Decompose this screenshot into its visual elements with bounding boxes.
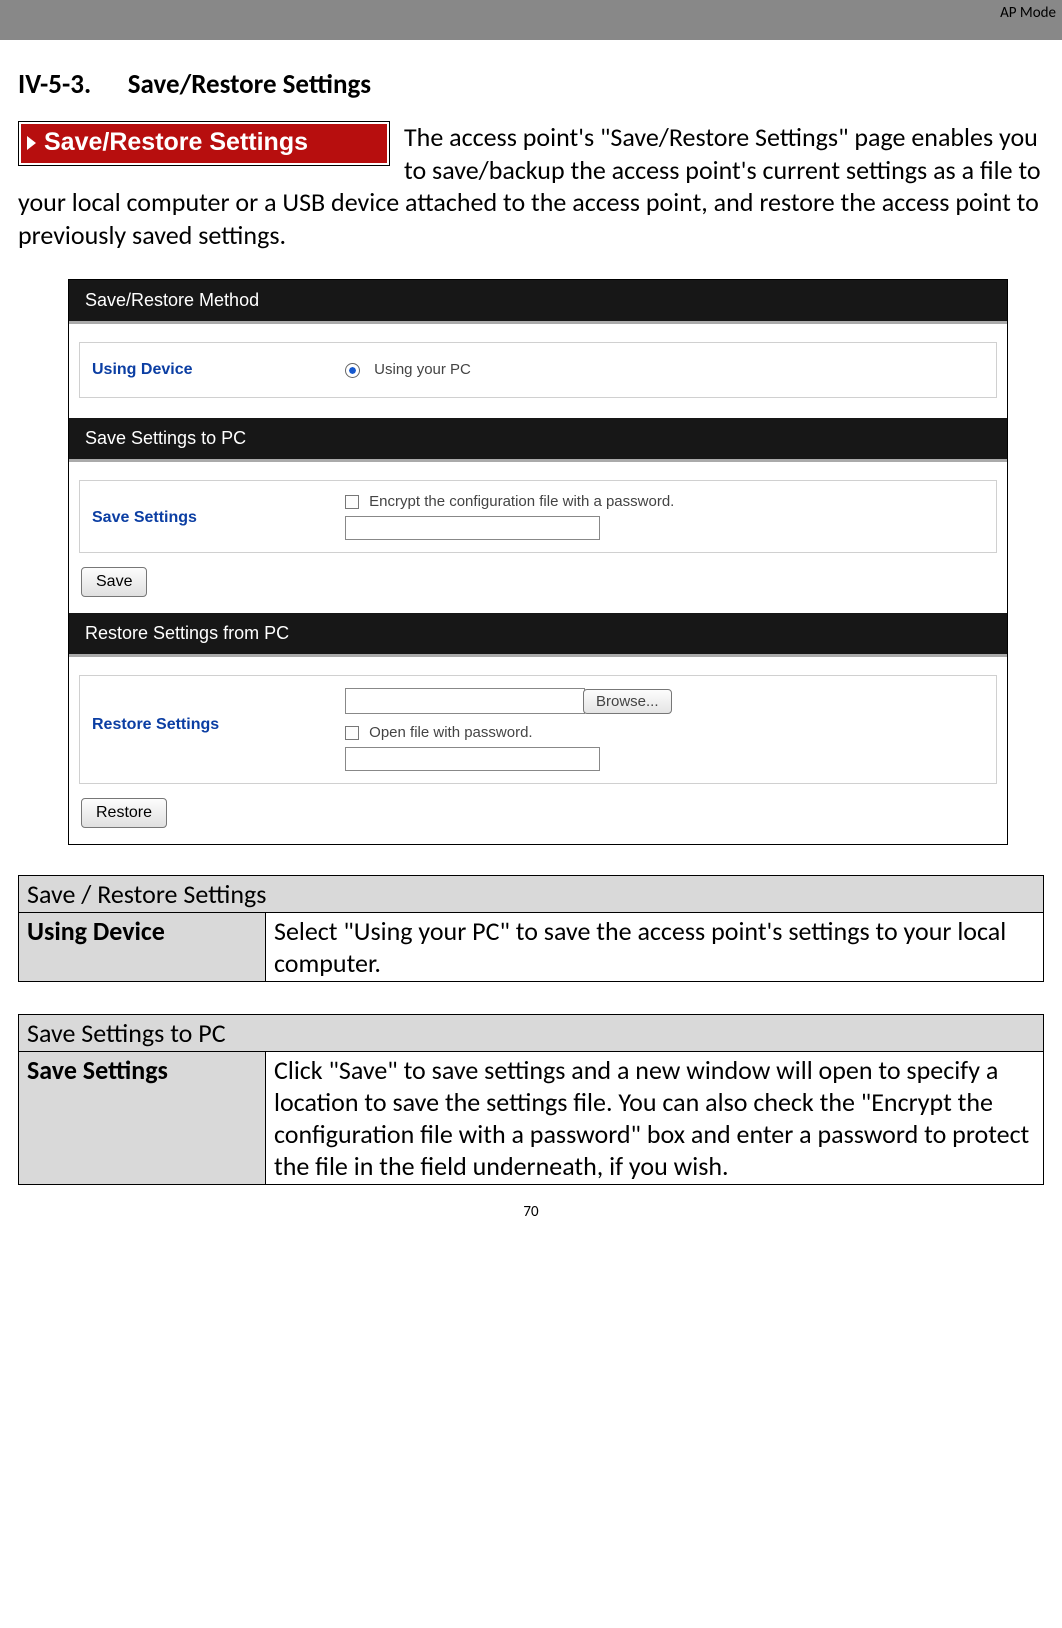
radio-using-your-pc[interactable] [345,363,360,378]
table1-row-desc: Select "Using your PC" to save the acces… [266,913,1044,982]
checkbox-open-password[interactable] [345,726,359,740]
checkbox-label-encrypt: Encrypt the configuration file with a pa… [369,493,674,510]
table2-row-label: Save Settings [19,1052,266,1185]
heading-number: IV-5-3. [18,68,91,101]
label-save-settings: Save Settings [80,481,335,545]
browse-button[interactable]: Browse... [583,689,672,714]
encrypt-password-input[interactable] [345,516,600,540]
section-heading: IV-5-3. Save/Restore Settings [18,68,1044,101]
table2-row-desc: Click "Save" to save settings and a new … [266,1052,1044,1185]
doc-table-save-to-pc: Save Settings to PC Save Settings Click … [18,1014,1044,1185]
badge-image: Save/Restore Settings [18,121,390,166]
badge-text: Save/Restore Settings [44,128,308,157]
open-password-input[interactable] [345,747,600,771]
heading-title: Save/Restore Settings [128,68,371,101]
restore-button[interactable]: Restore [81,798,167,828]
doc-table-save-restore: Save / Restore Settings Using Device Sel… [18,875,1044,982]
chevron-right-icon [27,136,36,150]
radio-label-using-your-pc: Using your PC [374,361,471,378]
panel-header-restore: Restore Settings from PC [69,613,1007,657]
panel-header-save: Save Settings to PC [69,418,1007,462]
label-using-device: Using Device [80,343,335,397]
intro-block: Save/Restore Settings The access point's… [18,121,1044,251]
page-number: 70 [18,1203,1044,1221]
label-restore-settings: Restore Settings [80,676,335,752]
top-bar: AP Mode [0,0,1062,40]
ui-screenshot: Save/Restore Method Using Device Using y… [68,279,1008,845]
checkbox-label-open-password: Open file with password. [369,724,532,741]
table2-title: Save Settings to PC [19,1015,1044,1052]
table1-title: Save / Restore Settings [19,876,1044,913]
page-content: IV-5-3. Save/Restore Settings Save/Resto… [0,40,1062,1231]
restore-file-input[interactable] [345,688,585,714]
panel-header-method: Save/Restore Method [69,280,1007,324]
checkbox-encrypt[interactable] [345,495,359,509]
mode-label: AP Mode [1000,4,1056,22]
table1-row-label: Using Device [19,913,266,982]
save-button[interactable]: Save [81,567,147,597]
